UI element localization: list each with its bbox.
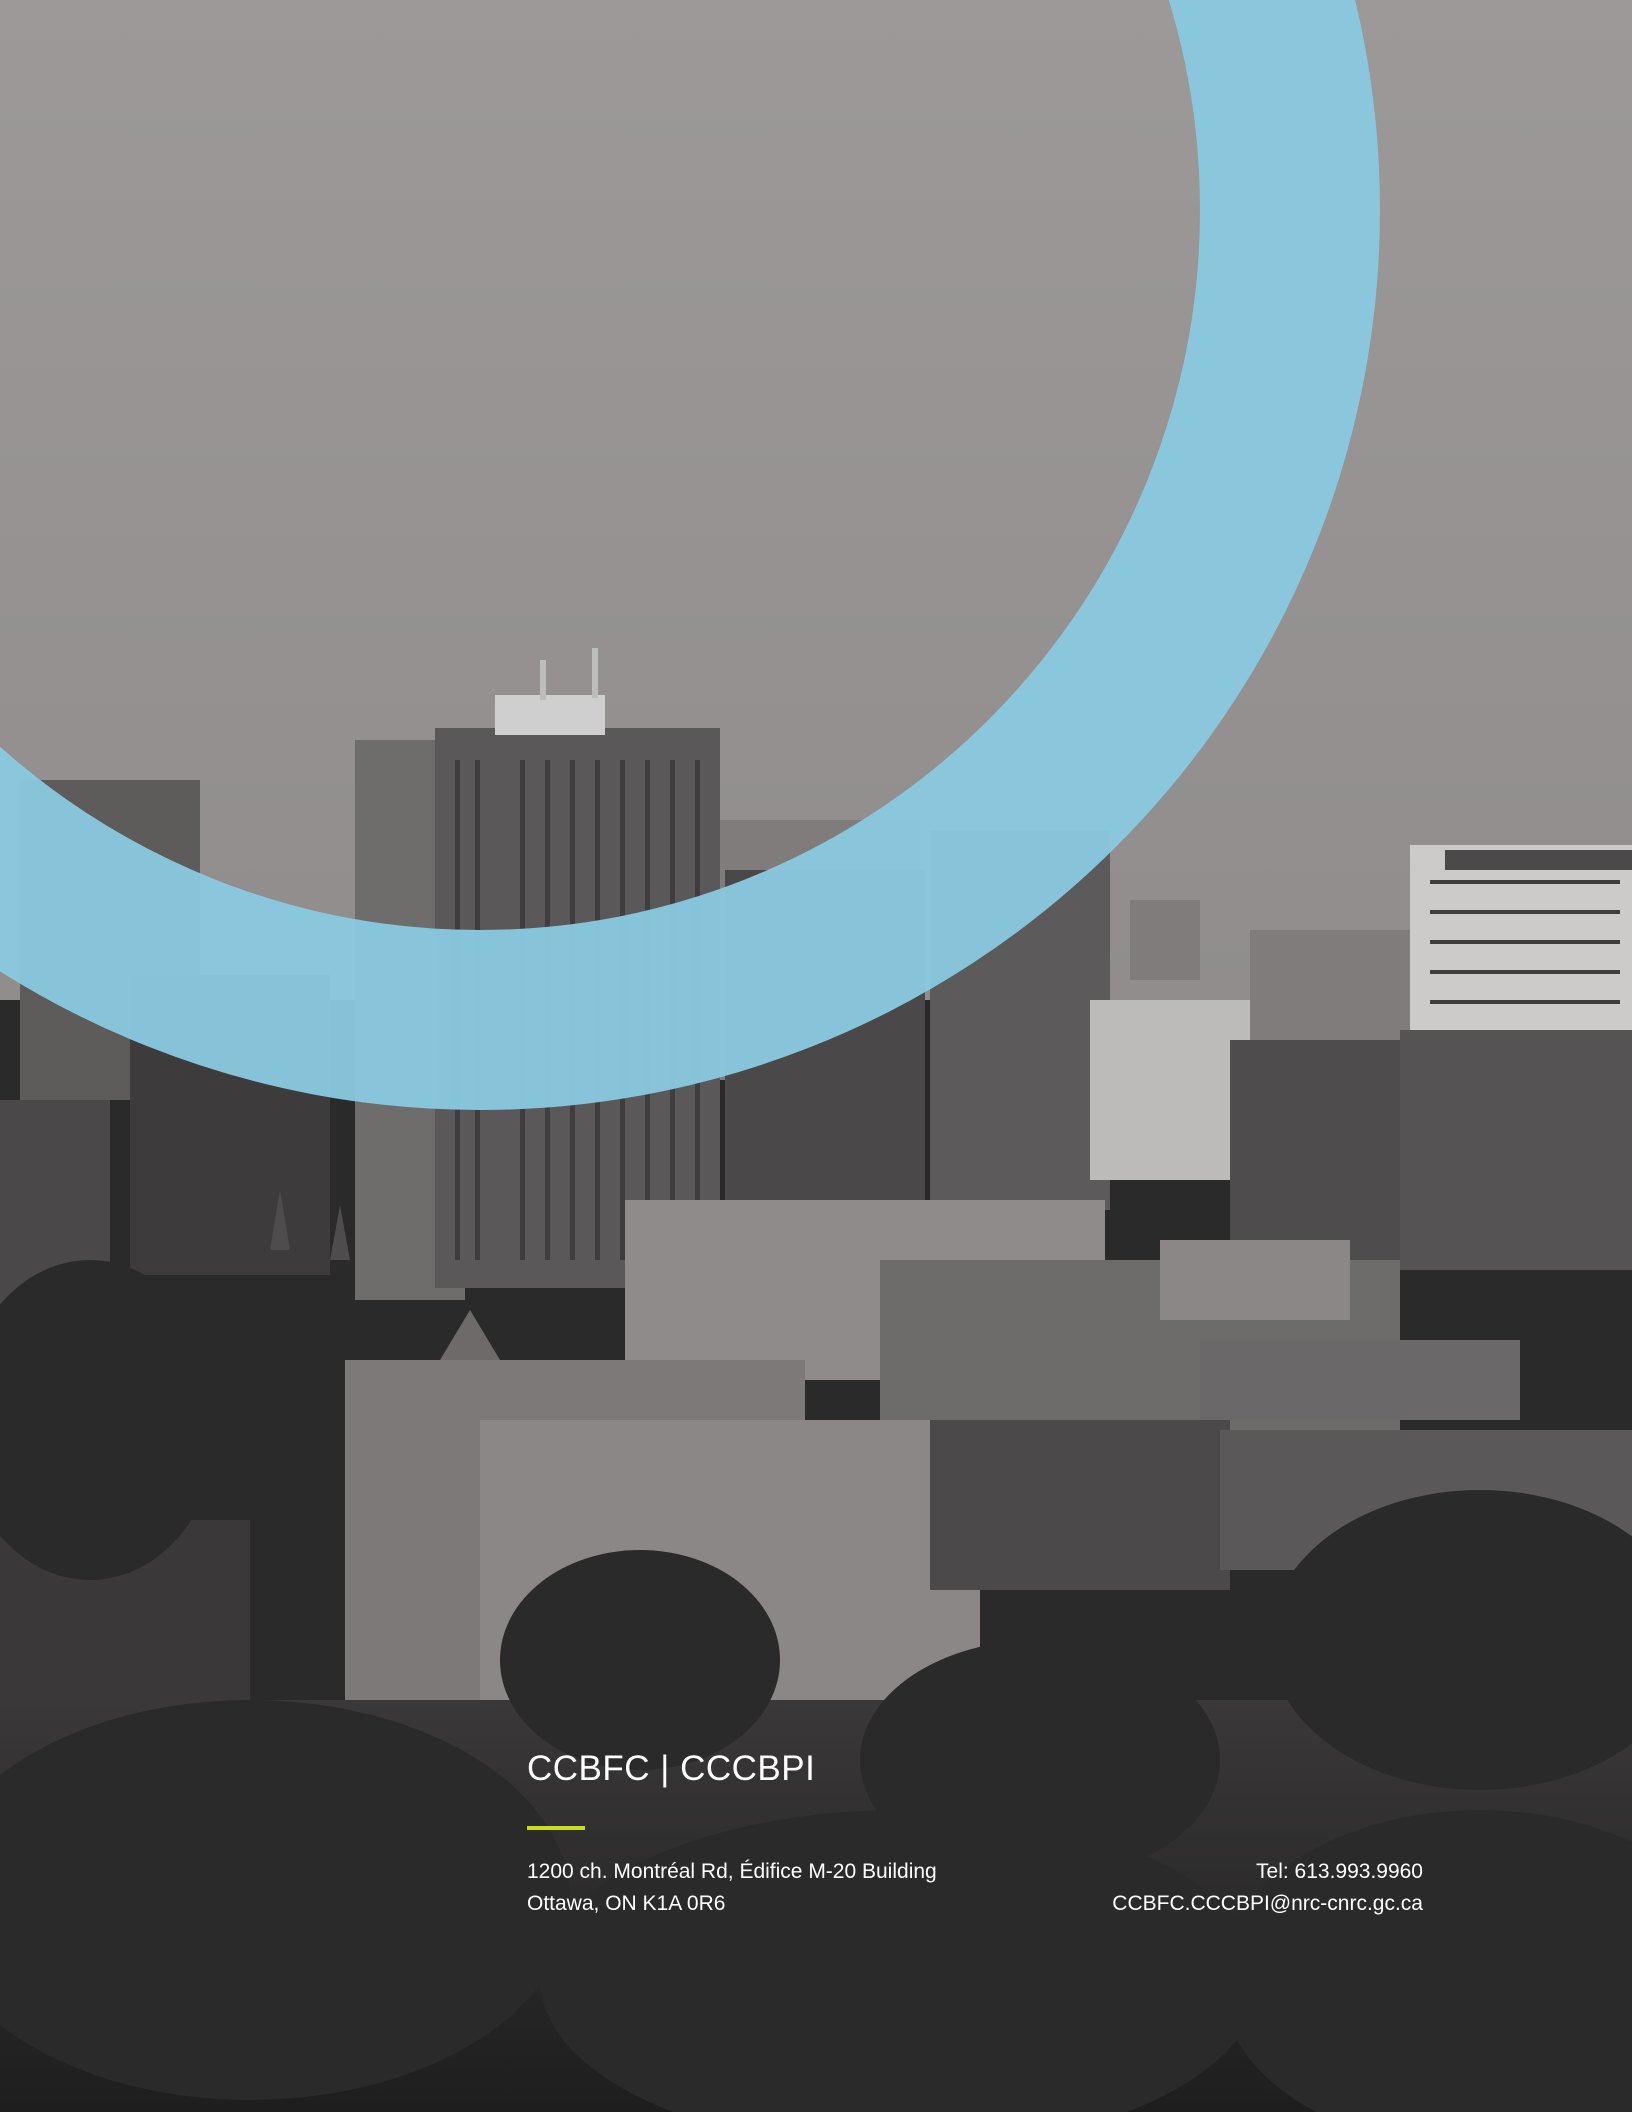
back-cover-page: CCBFC | CCCBPI 1200 ch. Montréal Rd, Édi… — [0, 0, 1632, 2112]
cityscape-background-image — [0, 0, 1632, 2112]
